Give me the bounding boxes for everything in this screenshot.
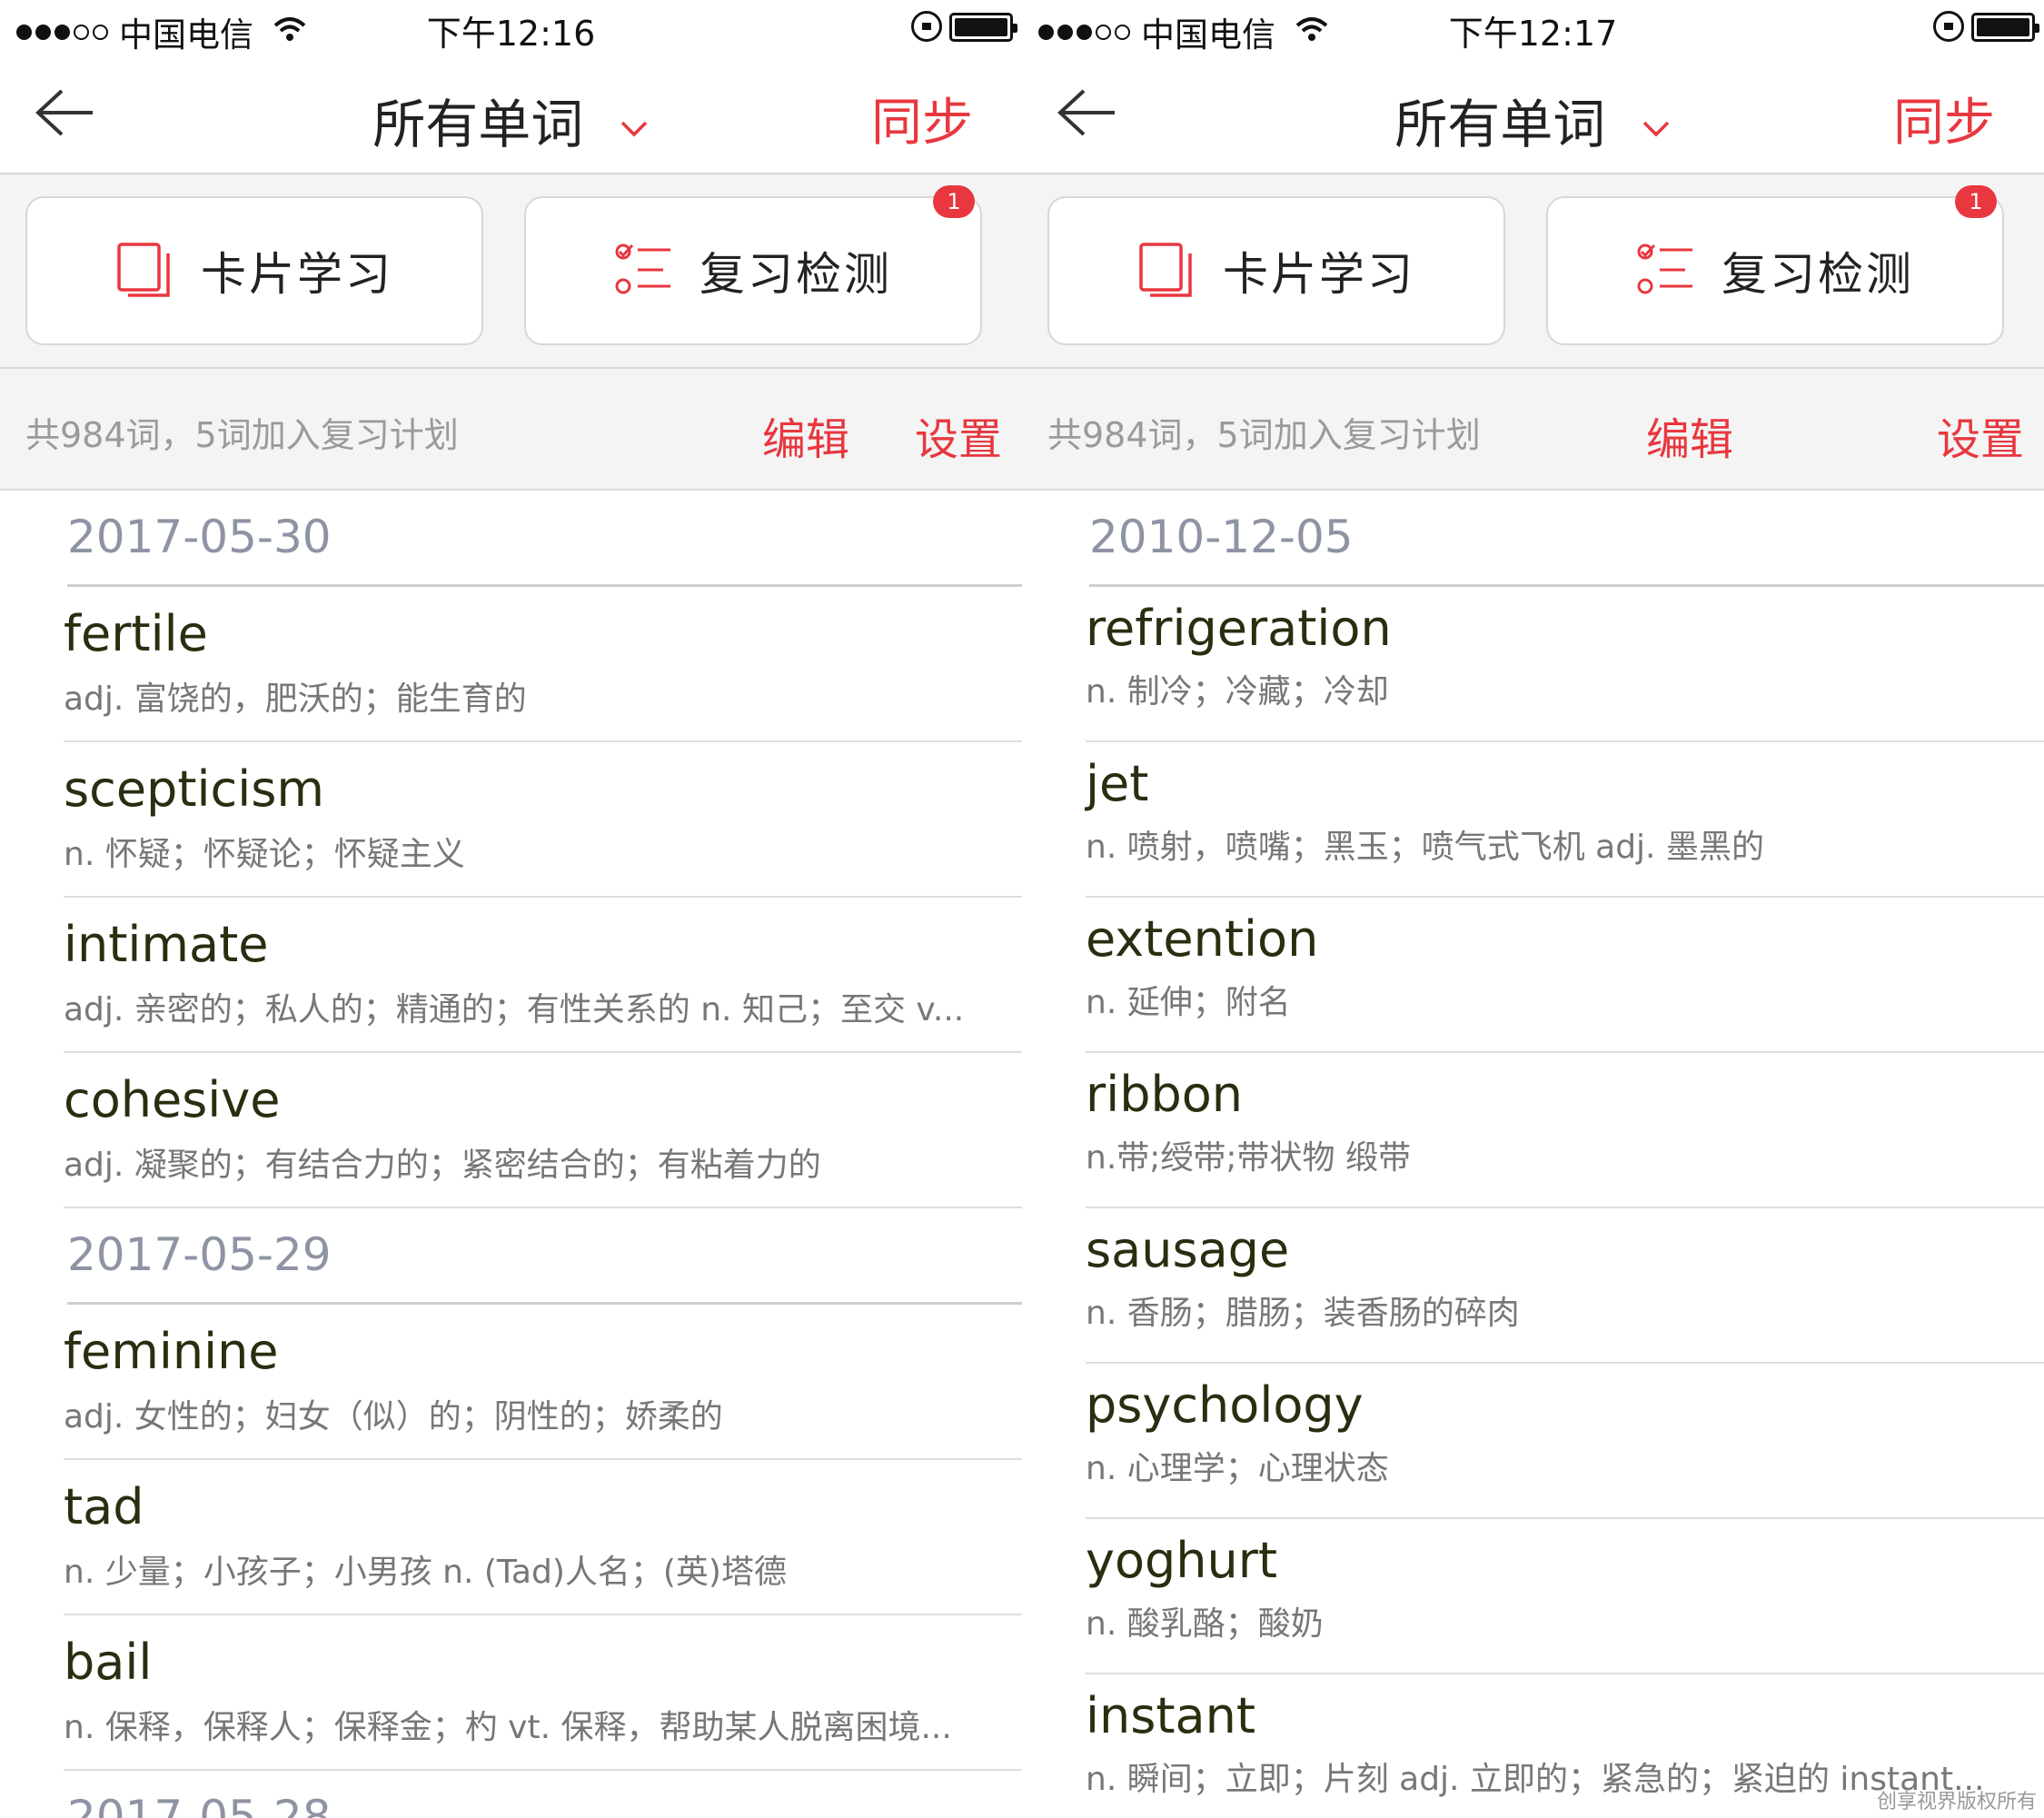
battery-icon xyxy=(1971,13,2039,42)
word-row[interactable]: feminine adj. 女性的；妇女（似）的；阴性的；娇柔的 xyxy=(64,1305,1022,1460)
word-text: intimate xyxy=(64,916,269,973)
word-count-text: 共984词，5词加入复习计划 xyxy=(25,415,459,455)
nav-title-dropdown[interactable]: 所有单词 xyxy=(1022,82,2044,158)
word-text: tad xyxy=(64,1478,144,1535)
rotation-lock-icon xyxy=(1933,11,1964,42)
word-row[interactable]: jet n. 喷射，喷嘴；黑玉；喷气式飞机 adj. 墨黑的 xyxy=(1086,742,2044,898)
word-text: jet xyxy=(1086,755,1149,812)
word-count-text: 共984词，5词加入复习计划 xyxy=(1047,415,1481,455)
word-row[interactable]: fertile adj. 富饶的，肥沃的；能生育的 xyxy=(64,587,1022,742)
word-meaning: n. 喷射，喷嘴；黑玉；喷气式飞机 adj. 墨黑的 xyxy=(1086,829,1764,866)
status-time: 下午12:17 xyxy=(1448,14,1618,54)
word-row[interactable]: tad n. 少量；小孩子；小男孩 n. (Tad)人名；(英)塔德 xyxy=(64,1460,1022,1615)
date-header: 2017-05-30 xyxy=(67,491,1022,587)
word-list[interactable]: 2017-05-30 fertile adj. 富饶的，肥沃的；能生育的 scepti… xyxy=(0,491,1022,1818)
word-meaning: adj. 女性的；妇女（似）的；阴性的；娇柔的 xyxy=(64,1398,723,1436)
word-row[interactable]: refrigeration n. 制冷；冷藏；冷却 xyxy=(1086,587,2044,742)
word-row[interactable]: bail n. 保释，保释人；保释金；杓 vt. 保释，帮助某人脱离困境... xyxy=(64,1615,1022,1771)
word-text: bail xyxy=(64,1634,153,1691)
word-meaning: n. 保释，保释人；保释金；杓 vt. 保释，帮助某人脱离困境... xyxy=(64,1709,952,1746)
card-study-label: 卡片学习 xyxy=(1223,248,1415,301)
cards-icon xyxy=(117,243,170,297)
word-meaning: n. 酸乳酪；酸奶 xyxy=(1086,1605,1324,1643)
word-meaning: adj. 亲密的；私人的；精通的；有性关系的 n. 知己；至交 v... xyxy=(64,991,965,1028)
status-bar: 中国电信 下午12:16 xyxy=(0,0,1022,56)
word-text: scepticism xyxy=(64,760,324,818)
screen-right: 中国电信 下午12:17 所有单词 同步 卡片学习 复习检测 1 共984词，5… xyxy=(1022,0,2044,1818)
notification-badge: 1 xyxy=(933,185,975,218)
word-text: sausage xyxy=(1086,1221,1290,1278)
word-text: yoghurt xyxy=(1086,1532,1278,1589)
review-test-label: 复习检测 xyxy=(1722,248,1914,301)
review-test-button[interactable]: 复习检测 1 xyxy=(524,185,982,345)
screens-container: 中国电信 下午12:16 所有单词 同步 卡片学习 复习检测 1 共984词，5… xyxy=(0,0,2044,1818)
sync-button[interactable]: 同步 xyxy=(871,82,973,155)
word-meaning: n. 心理学；心理状态 xyxy=(1086,1450,1389,1487)
cards-icon xyxy=(1139,243,1192,297)
settings-button[interactable]: 设置 xyxy=(915,403,1002,467)
edit-button[interactable]: 编辑 xyxy=(762,403,849,467)
word-text: cohesive xyxy=(64,1071,281,1128)
nav-bar: 所有单词 同步 xyxy=(1022,56,2044,174)
word-row[interactable]: scepticism n. 怀疑；怀疑论；怀疑主义 xyxy=(64,742,1022,898)
status-time: 下午12:16 xyxy=(426,14,596,54)
word-text: instant xyxy=(1086,1687,1256,1744)
checklist-icon xyxy=(615,243,670,294)
word-meaning: n. 香肠；腊肠；装香肠的碎肉 xyxy=(1086,1295,1520,1332)
nav-title: 所有单词 xyxy=(1394,94,1606,155)
screen-left: 中国电信 下午12:16 所有单词 同步 卡片学习 复习检测 1 共984词，5… xyxy=(0,0,1022,1818)
card-study-button[interactable]: 卡片学习 xyxy=(25,196,483,345)
info-bar: 共984词，5词加入复习计划 编辑 设置 xyxy=(1022,369,2044,491)
word-list[interactable]: 2010-12-05 refrigeration n. 制冷；冷藏；冷却 jet n. … xyxy=(1022,491,2044,1818)
nav-title: 所有单词 xyxy=(372,94,584,155)
word-row[interactable]: intimate adj. 亲密的；私人的；精通的；有性关系的 n. 知己；至交 … xyxy=(64,898,1022,1053)
watermark: 创享视界版权所有 xyxy=(1876,1791,2037,1813)
date-header: 2017-05-29 xyxy=(67,1208,1022,1305)
status-bar: 中国电信 下午12:17 xyxy=(1022,0,2044,56)
review-test-button[interactable]: 复习检测 1 xyxy=(1546,185,2004,345)
word-text: extention xyxy=(1086,910,1319,968)
word-text: ribbon xyxy=(1086,1066,1244,1123)
card-study-label: 卡片学习 xyxy=(201,248,393,301)
nav-bar: 所有单词 同步 xyxy=(0,56,1022,174)
settings-button[interactable]: 设置 xyxy=(1937,403,2024,467)
edit-button[interactable]: 编辑 xyxy=(1646,403,1733,467)
card-study-button[interactable]: 卡片学习 xyxy=(1047,196,1505,345)
word-meaning: n.带;绶带;带状物 缎带 xyxy=(1086,1139,1411,1177)
word-row[interactable]: ribbon n.带;绶带;带状物 缎带 xyxy=(1086,1053,2044,1208)
word-meaning: n. 瞬间；立即；片刻 adj. 立即的；紧急的；紧迫的 instant... xyxy=(1086,1761,1985,1798)
sync-button[interactable]: 同步 xyxy=(1893,82,1995,155)
word-text: refrigeration xyxy=(1086,600,1392,657)
word-text: psychology xyxy=(1086,1376,1364,1434)
rotation-lock-icon xyxy=(911,11,942,42)
word-meaning: n. 少量；小孩子；小男孩 n. (Tad)人名；(英)塔德 xyxy=(64,1554,787,1591)
action-bar: 卡片学习 复习检测 1 xyxy=(0,174,1022,369)
nav-title-dropdown[interactable]: 所有单词 xyxy=(0,82,1022,158)
word-row[interactable]: cohesive adj. 凝聚的；有结合力的；紧密结合的；有粘着力的 xyxy=(64,1053,1022,1208)
info-bar: 共984词，5词加入复习计划 编辑 设置 xyxy=(0,369,1022,491)
word-text: feminine xyxy=(64,1323,279,1380)
notification-badge: 1 xyxy=(1955,185,1997,218)
word-meaning: adj. 凝聚的；有结合力的；紧密结合的；有粘着力的 xyxy=(64,1147,821,1184)
word-text: fertile xyxy=(64,605,208,662)
word-row[interactable]: extention n. 延伸；附名 xyxy=(1086,898,2044,1053)
date-header: 2017-05-28 xyxy=(67,1771,1022,1818)
word-meaning: n. 怀疑；怀疑论；怀疑主义 xyxy=(64,836,465,873)
chevron-down-icon xyxy=(1642,121,1669,137)
checklist-icon xyxy=(1637,243,1692,294)
word-meaning: n. 延伸；附名 xyxy=(1086,984,1291,1021)
word-row[interactable]: yoghurt n. 酸乳酪；酸奶 xyxy=(1086,1519,2044,1674)
date-header: 2010-12-05 xyxy=(1089,491,2044,587)
battery-icon xyxy=(949,13,1017,42)
review-test-label: 复习检测 xyxy=(700,248,892,301)
word-meaning: adj. 富饶的，肥沃的；能生育的 xyxy=(64,681,527,718)
word-meaning: n. 制冷；冷藏；冷却 xyxy=(1086,673,1389,710)
chevron-down-icon xyxy=(620,121,647,137)
action-bar: 卡片学习 复习检测 1 xyxy=(1022,174,2044,369)
word-row[interactable]: sausage n. 香肠；腊肠；装香肠的碎肉 xyxy=(1086,1208,2044,1364)
word-row[interactable]: psychology n. 心理学；心理状态 xyxy=(1086,1364,2044,1519)
